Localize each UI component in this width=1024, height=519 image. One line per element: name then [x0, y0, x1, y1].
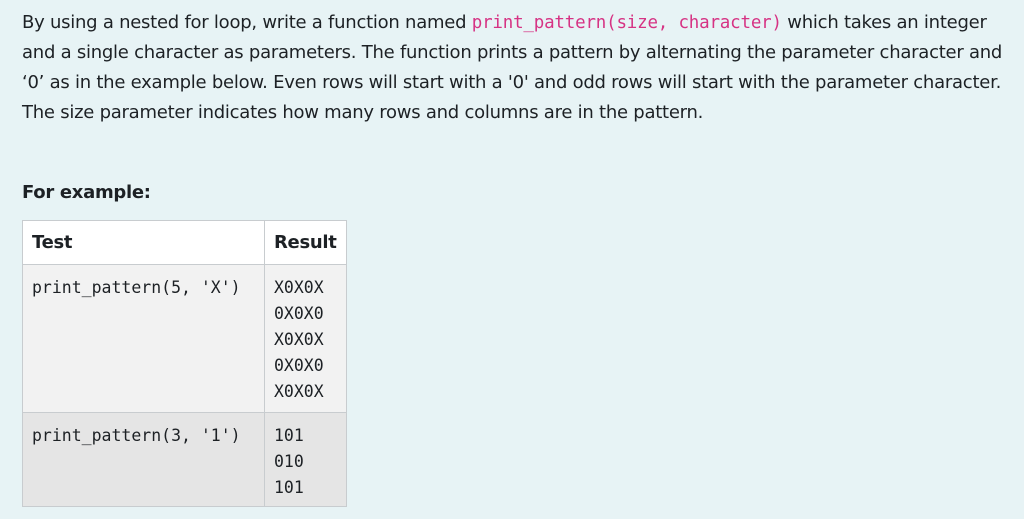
function-signature-code: print_pattern(size, character) [471, 13, 782, 33]
question-text-part1: By using a nested for loop, write a func… [22, 12, 472, 33]
result-cell: X0X0X 0X0X0 X0X0X 0X0X0 X0X0X [264, 264, 347, 413]
test-code: print_pattern(3, '1') [32, 426, 241, 445]
result-output: X0X0X 0X0X0 X0X0X 0X0X0 X0X0X [274, 278, 324, 401]
result-cell: 101 010 101 [264, 412, 347, 507]
question-paragraph: By using a nested for loop, write a func… [22, 8, 1012, 128]
example-heading: For example: [22, 182, 151, 203]
test-cell: print_pattern(3, '1') [22, 412, 265, 507]
table-row: print_pattern(5, 'X') X0X0X 0X0X0 X0X0X … [22, 264, 347, 413]
table-header-row: Test Result [22, 220, 347, 265]
question-text: By using a nested for loop, write a func… [22, 8, 1012, 128]
test-cell: print_pattern(5, 'X') [22, 264, 265, 413]
examples-table: Test Result print_pattern(5, 'X') X0X0X … [22, 220, 347, 507]
header-result: Result [264, 220, 347, 265]
table-row: print_pattern(3, '1') 101 010 101 [22, 412, 347, 507]
test-code: print_pattern(5, 'X') [32, 278, 241, 297]
header-test: Test [22, 220, 265, 265]
result-output: 101 010 101 [274, 426, 304, 497]
